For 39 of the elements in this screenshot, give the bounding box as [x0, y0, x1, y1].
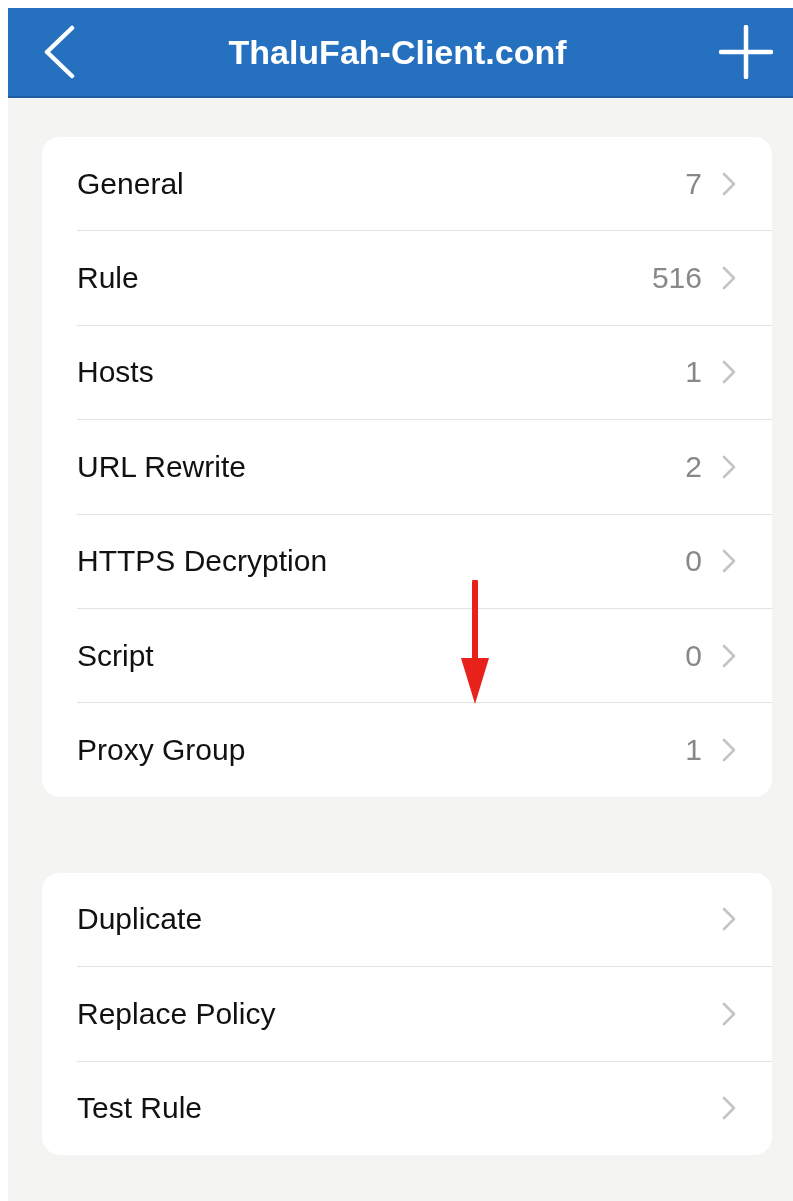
back-icon[interactable]: [42, 25, 76, 79]
row-count: 7: [685, 166, 702, 201]
chevron-icon: [722, 907, 736, 932]
list-row[interactable]: Proxy Group 1: [77, 703, 772, 797]
row-count: 0: [685, 544, 702, 579]
row-label: General: [77, 166, 185, 201]
row-label: Hosts: [77, 355, 155, 390]
chevron-icon: [722, 1001, 736, 1026]
list-row[interactable]: Hosts 1: [77, 325, 772, 421]
row-count: 1: [685, 355, 702, 390]
row-label: Proxy Group: [77, 733, 247, 768]
row-label: HTTPS Decryption: [77, 544, 329, 579]
row-label: Duplicate: [77, 902, 204, 937]
row-count: 1: [685, 733, 702, 768]
chevron-icon: [722, 643, 736, 668]
chevron-icon: [722, 171, 736, 196]
chevron-icon: [722, 266, 736, 291]
row-label: Rule: [77, 261, 140, 296]
list-row[interactable]: Replace Policy: [77, 967, 772, 1062]
list-row[interactable]: Duplicate: [77, 872, 772, 968]
list-row[interactable]: Rule 516: [77, 231, 772, 326]
row-count: 516: [651, 261, 702, 296]
chevron-icon: [722, 1096, 736, 1121]
add-icon[interactable]: [719, 25, 773, 79]
chevron-icon: [722, 454, 736, 479]
row-count: 0: [685, 638, 702, 673]
list-row[interactable]: URL Rewrite 2: [77, 420, 772, 515]
list-row[interactable]: General 7: [77, 137, 772, 232]
row-label: Test Rule: [77, 1091, 204, 1126]
chevron-icon: [722, 360, 736, 385]
list-row[interactable]: HTTPS Decryption 0: [77, 514, 772, 609]
row-label: Script: [77, 638, 155, 673]
nav-title: ThaluFah-Client.conf: [228, 32, 567, 72]
chevron-icon: [722, 549, 736, 574]
row-label: Replace Policy: [77, 996, 277, 1031]
row-count: 2: [685, 449, 702, 484]
chevron-icon: [722, 738, 736, 763]
row-label: URL Rewrite: [77, 449, 247, 484]
list-row[interactable]: Test Rule: [77, 1061, 772, 1155]
